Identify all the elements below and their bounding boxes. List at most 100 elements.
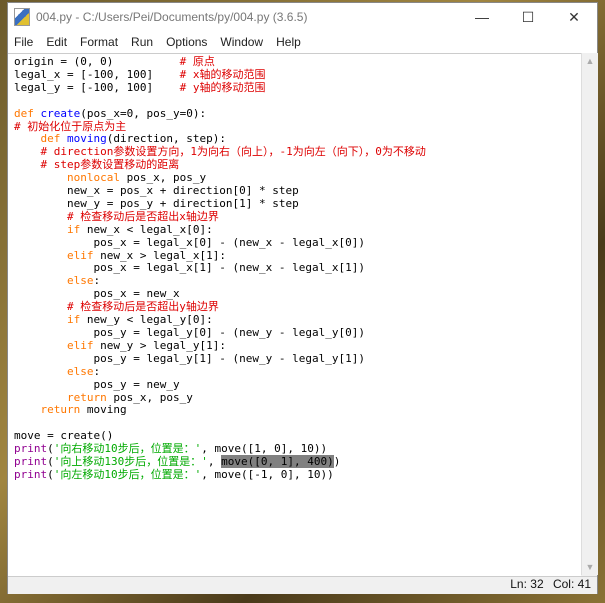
comment-token: # 检查移动后是否超出y轴边界 bbox=[66, 300, 219, 314]
code-token: pos_y = legal_y[1] - (new_y - legal_y[1]… bbox=[14, 351, 365, 365]
code-token: ( bbox=[47, 442, 54, 456]
keyword-token: return bbox=[66, 390, 107, 404]
code-token: moving bbox=[80, 403, 127, 417]
keyword-token: elif bbox=[66, 248, 94, 262]
keyword-token: return bbox=[40, 403, 81, 417]
menu-file[interactable]: File bbox=[8, 35, 40, 49]
keyword-token: nonlocal bbox=[66, 171, 120, 185]
menu-help[interactable]: Help bbox=[270, 35, 308, 49]
code-line[interactable]: legal_y = [-100, 100] # y轴的移动范围 bbox=[14, 80, 581, 95]
code-token: pos_x = legal_x[0] - (new_x - legal_x[0]… bbox=[14, 235, 365, 249]
line-number: Ln: 32 bbox=[510, 577, 544, 591]
code-token: pos_x = legal_x[1] - (new_x - legal_x[1]… bbox=[14, 261, 365, 275]
code-line[interactable]: return moving bbox=[14, 404, 581, 417]
code-token: (pos_x=0, pos_y=0): bbox=[80, 106, 207, 120]
comment-token: # 原点 bbox=[179, 55, 215, 68]
comment-token: # y轴的移动范围 bbox=[179, 80, 266, 94]
code-token: , bbox=[207, 455, 222, 469]
python-file-icon bbox=[14, 8, 30, 26]
code-token: ) bbox=[333, 455, 341, 469]
code-token: ( bbox=[47, 455, 54, 469]
idle-editor-window: 004.py - C:/Users/Pei/Documents/py/004.p… bbox=[7, 2, 598, 594]
definition-token: create bbox=[40, 106, 81, 120]
comment-token: # 检查移动后是否超出x轴边界 bbox=[66, 209, 219, 223]
comment-token: # step参数设置移动的距离 bbox=[40, 158, 180, 172]
code-token: origin = (0, 0) bbox=[14, 55, 180, 68]
string-token: '向右移动10步后，位置是：' bbox=[53, 442, 202, 456]
keyword-token: else bbox=[66, 274, 94, 288]
code-token: new_y < legal_y[0]: bbox=[80, 313, 213, 327]
code-token: new_y = pos_y + direction[1] * step bbox=[14, 196, 299, 210]
vertical-scrollbar[interactable]: ▲ ▼ bbox=[581, 53, 598, 575]
code-token: new_x < legal_x[0]: bbox=[80, 222, 213, 236]
code-token: pos_x = new_x bbox=[14, 287, 180, 301]
builtin-token: print bbox=[14, 455, 48, 469]
builtin-token: print bbox=[14, 467, 48, 481]
code-token: ( bbox=[47, 467, 54, 481]
builtin-token: print bbox=[14, 442, 48, 456]
menu-options[interactable]: Options bbox=[160, 35, 214, 49]
definition-token: moving bbox=[67, 132, 107, 146]
code-token: , move([1, 0], 10)) bbox=[201, 442, 328, 456]
selected-text: move([0, 1], 400) bbox=[221, 455, 334, 469]
column-number: Col: 41 bbox=[552, 577, 591, 591]
code-token: legal_y = [-100, 100] bbox=[14, 80, 180, 94]
code-token: pos_x, pos_y bbox=[119, 171, 207, 185]
close-button[interactable]: ✕ bbox=[551, 3, 597, 31]
menu-format[interactable]: Format bbox=[74, 35, 125, 49]
code-token: : bbox=[93, 364, 101, 378]
keyword-token: def bbox=[40, 132, 61, 146]
keyword-token: if bbox=[66, 313, 81, 327]
window-title: 004.py - C:/Users/Pei/Documents/py/004.p… bbox=[36, 10, 308, 24]
comment-token: # x轴的移动范围 bbox=[179, 67, 266, 81]
keyword-token: elif bbox=[66, 338, 94, 352]
scroll-down-icon[interactable]: ▼ bbox=[582, 559, 598, 575]
code-text[interactable]: origin = (0, 0) # 原点 legal_x = [-100, 100… bbox=[14, 55, 581, 482]
code-token: (direction, step): bbox=[106, 132, 226, 146]
code-token: legal_x = [-100, 100] bbox=[14, 67, 180, 81]
menu-run[interactable]: Run bbox=[125, 35, 160, 49]
title-bar: 004.py - C:/Users/Pei/Documents/py/004.p… bbox=[8, 3, 597, 31]
code-editor[interactable]: origin = (0, 0) # 原点 legal_x = [-100, 100… bbox=[8, 53, 581, 576]
code-token: pos_y = new_y bbox=[14, 377, 180, 391]
code-token: , move([-1, 0], 10)) bbox=[201, 467, 334, 481]
code-token: pos_x, pos_y bbox=[106, 390, 193, 404]
string-token: '向左移动10步后，位置是：' bbox=[53, 467, 202, 481]
code-token: new_y > legal_y[1]: bbox=[93, 338, 226, 352]
code-token: new_x > legal_x[1]: bbox=[93, 248, 226, 262]
code-token: new_x = pos_x + direction[0] * step bbox=[14, 184, 299, 198]
maximize-button[interactable]: ☐ bbox=[505, 3, 551, 31]
scroll-up-icon[interactable]: ▲ bbox=[582, 53, 598, 69]
keyword-token: else bbox=[66, 364, 94, 378]
code-token: move = create() bbox=[14, 429, 114, 443]
comment-token: # 初始化位于原点为主 bbox=[14, 119, 127, 133]
menu-bar: File Edit Format Run Options Window Help bbox=[8, 31, 597, 53]
menu-edit[interactable]: Edit bbox=[40, 35, 74, 49]
keyword-token: if bbox=[66, 222, 81, 236]
keyword-token: def bbox=[14, 106, 34, 120]
code-line[interactable]: print('向左移动10步后，位置是：', move([-1, 0], 10)… bbox=[14, 467, 581, 482]
code-token: pos_y = legal_y[0] - (new_y - legal_y[0]… bbox=[14, 326, 365, 340]
menu-window[interactable]: Window bbox=[214, 35, 270, 49]
code-token: : bbox=[93, 274, 101, 288]
comment-token: # direction参数设置方向，1为向右（向上），-1为向左（向下），0为不… bbox=[40, 145, 426, 159]
string-token: '向上移动130步后，位置是：' bbox=[53, 455, 208, 469]
status-bar: Ln: 32 Col: 41 bbox=[8, 576, 597, 594]
minimize-button[interactable]: — bbox=[459, 3, 505, 31]
